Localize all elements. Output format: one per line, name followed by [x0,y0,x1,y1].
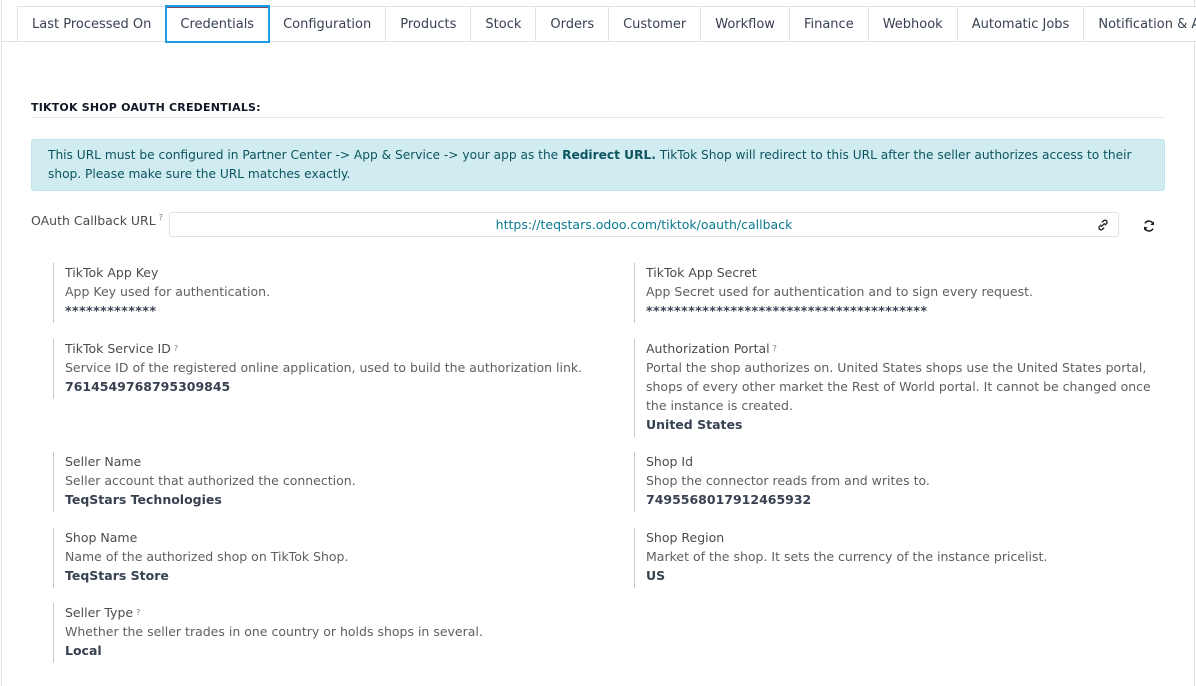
field-shop-name: Shop Name Name of the authorized shop on… [53,528,613,588]
field-label-text: TikTok Service ID [65,341,171,356]
field-app-key: TikTok App Key App Key used for authenti… [53,263,613,323]
callback-url-field[interactable]: https://teqstars.odoo.com/tiktok/oauth/c… [169,212,1119,237]
field-shop-id: Shop Id Shop the connector reads from an… [634,452,1174,512]
help-tooltip-icon[interactable]: ? [174,344,178,353]
tab-customer[interactable]: Customer [609,6,702,42]
field-shop-region: Shop Region Market of the shop. It sets … [634,528,1174,588]
field-value[interactable]: TeqStars Technologies [65,490,613,509]
tab-automatic-jobs[interactable]: Automatic Jobs [957,6,1085,42]
field-label: Seller Name [65,454,142,469]
callback-url-value: https://teqstars.odoo.com/tiktok/oauth/c… [495,217,793,232]
info-alert: This URL must be configured in Partner C… [31,139,1165,191]
field-label: TikTok Service ID? [65,339,613,358]
field-description: App Key used for authentication. [65,284,271,299]
tab-webhook[interactable]: Webhook [868,6,958,42]
field-value[interactable]: ************* [65,301,613,320]
field-value[interactable]: Local [65,641,613,660]
field-seller-name: Seller Name Seller account that authoriz… [53,452,613,512]
section-title: TIKTOK SHOP OAUTH CREDENTIALS: [31,101,261,114]
field-service-id: TikTok Service ID? Service ID of the reg… [53,339,613,399]
link-icon[interactable] [1096,218,1110,232]
field-label: Shop Name [65,530,138,545]
field-label-text: Authorization Portal [646,341,770,356]
callback-url-label-text: OAuth Callback URL [31,213,156,228]
tab-last-processed-on[interactable]: Last Processed On [17,6,167,42]
tab-credentials[interactable]: Credentials [165,5,271,43]
field-description: Service ID of the registered online appl… [65,360,583,375]
refresh-icon[interactable] [1142,219,1156,233]
alert-bold-text: Redirect URL. [562,148,656,162]
field-label: TikTok App Key [65,265,159,280]
field-value[interactable]: US [646,566,1174,585]
field-value[interactable]: TeqStars Store [65,566,613,585]
help-tooltip-icon[interactable]: ? [773,344,777,353]
field-app-secret: TikTok App Secret App Secret used for au… [634,263,1174,323]
field-label: Authorization Portal? [646,339,1174,358]
field-description: Shop the connector reads from and writes… [646,473,930,488]
field-label: TikTok App Secret [646,265,757,280]
tab-finance[interactable]: Finance [789,6,869,42]
field-description: Market of the shop. It sets the currency… [646,549,1048,564]
field-value[interactable]: 7614549768795309845 [65,377,613,396]
help-tooltip-icon[interactable]: ? [136,608,140,617]
field-seller-type: Seller Type? Whether the seller trades i… [53,603,613,663]
field-description: Whether the seller trades in one country… [65,624,483,639]
field-value[interactable]: United States [646,415,1174,434]
field-label: Seller Type? [65,603,613,622]
field-value[interactable]: 7495568017912465932 [646,490,1174,509]
field-label: Shop Id [646,454,694,469]
tab-products[interactable]: Products [386,6,472,42]
field-description: Name of the authorized shop on TikTok Sh… [65,549,349,564]
tab-workflow[interactable]: Workflow [701,6,790,42]
tab-stock[interactable]: Stock [471,6,537,42]
field-description: Portal the shop authorizes on. United St… [646,360,1151,413]
section-divider [31,117,1165,118]
tab-configuration[interactable]: Configuration [269,6,387,42]
notebook-tabs: Last Processed On Credentials Configurat… [17,5,1196,43]
tab-orders[interactable]: Orders [536,6,610,42]
field-value[interactable]: **************************************** [646,301,1174,320]
field-description: App Secret used for authentication and t… [646,284,1033,299]
field-description: Seller account that authorized the conne… [65,473,356,488]
alert-text: This URL must be configured in Partner C… [48,148,563,162]
help-tooltip-icon[interactable]: ? [159,213,163,222]
field-label-text: Seller Type [65,605,134,620]
field-label: Shop Region [646,530,725,545]
callback-url-label: OAuth Callback URL? [31,213,163,228]
tab-notification-alerts[interactable]: Notification & Alerts [1084,6,1196,42]
field-authorization-portal: Authorization Portal? Portal the shop au… [634,339,1174,437]
